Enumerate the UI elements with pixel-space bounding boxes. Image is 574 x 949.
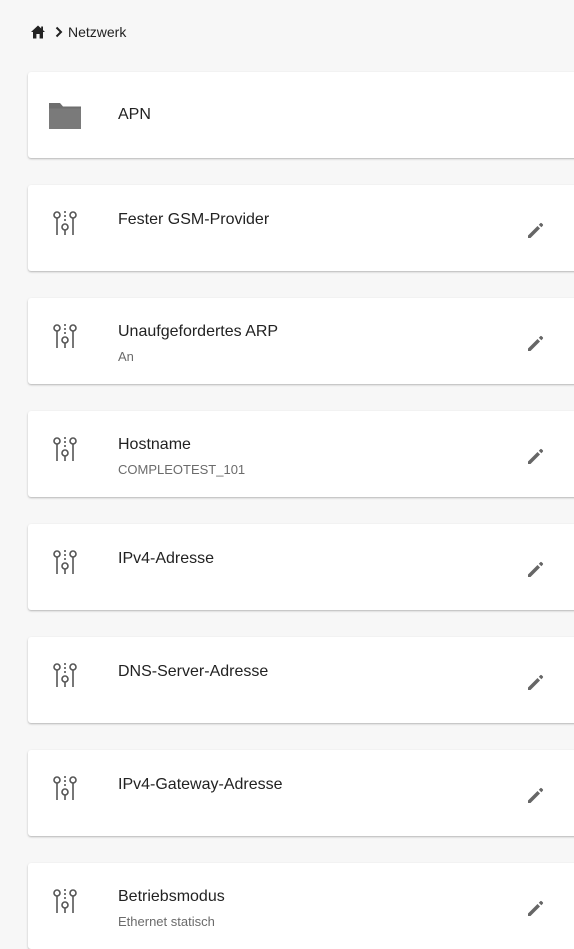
setting-item-title: IPv4-Adresse <box>118 550 215 567</box>
edit-pencil-icon[interactable] <box>524 783 548 807</box>
settings-sliders-icon <box>48 658 82 692</box>
settings-sliders-icon <box>48 771 82 805</box>
network-settings-page: Netzwerk APN Fester GSM-Provider Unaufgef… <box>0 0 574 949</box>
setting-item-title: DNS-Server-Adresse <box>118 663 269 680</box>
folder-item-apn[interactable]: APN <box>28 72 574 158</box>
edit-pencil-icon[interactable] <box>524 896 548 920</box>
setting-item[interactable]: Hostname COMPLEOTEST_101 <box>28 411 574 497</box>
setting-item[interactable]: Betriebsmodus Ethernet statisch <box>28 863 574 949</box>
setting-item-value: An <box>118 349 134 364</box>
settings-sliders-icon <box>48 319 82 353</box>
edit-pencil-icon[interactable] <box>524 331 548 355</box>
home-icon[interactable] <box>30 24 46 40</box>
setting-item-title: Fester GSM-Provider <box>118 211 270 228</box>
breadcrumb-current: Netzwerk <box>68 24 127 40</box>
setting-item-title: Hostname <box>118 436 191 453</box>
settings-sliders-icon <box>48 545 82 579</box>
settings-sliders-icon <box>48 884 82 918</box>
setting-item-title: IPv4-Gateway-Adresse <box>118 776 283 793</box>
folder-icon <box>48 98 82 132</box>
breadcrumb: Netzwerk <box>30 20 126 44</box>
setting-item-title: Unaufgefordertes ARP <box>118 323 279 340</box>
folder-item-title: APN <box>118 106 151 123</box>
setting-item-value: COMPLEOTEST_101 <box>118 462 246 477</box>
setting-item[interactable]: DNS-Server-Adresse <box>28 637 574 723</box>
setting-item-title: Betriebsmodus <box>118 888 225 905</box>
settings-sliders-icon <box>48 206 82 240</box>
setting-item[interactable]: IPv4-Adresse <box>28 524 574 610</box>
setting-item[interactable]: Fester GSM-Provider <box>28 185 574 271</box>
setting-item-value: Ethernet statisch <box>118 914 215 929</box>
edit-pencil-icon[interactable] <box>524 218 548 242</box>
setting-item[interactable]: Unaufgefordertes ARP An <box>28 298 574 384</box>
edit-pencil-icon[interactable] <box>524 557 548 581</box>
chevron-right-icon <box>54 25 64 39</box>
edit-pencil-icon[interactable] <box>524 670 548 694</box>
edit-pencil-icon[interactable] <box>524 444 548 468</box>
setting-item[interactable]: IPv4-Gateway-Adresse <box>28 750 574 836</box>
settings-sliders-icon <box>48 432 82 466</box>
